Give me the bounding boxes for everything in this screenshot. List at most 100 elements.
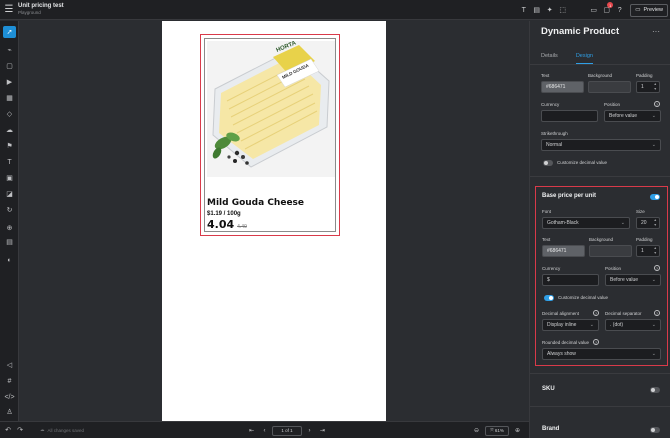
page-indicator[interactable]: 1 of 1 (272, 425, 302, 436)
image-tool-icon[interactable]: ▣ (3, 172, 16, 184)
zoom-level[interactable]: ⤧ 61% (485, 425, 509, 436)
first-page-icon[interactable]: ⇤ (246, 425, 257, 436)
panel-icon[interactable]: ▭ (587, 2, 600, 18)
hamburger-menu-icon[interactable]: ☰ (0, 0, 18, 20)
add-tool-icon[interactable]: ⊕ (3, 222, 16, 234)
position-select[interactable]: Before value ⌄ (604, 110, 661, 122)
tag-tool-icon[interactable]: ◇ (3, 108, 16, 120)
text-tool-icon[interactable]: T (3, 156, 16, 168)
sku-toggle[interactable] (650, 387, 660, 393)
text-format-icon[interactable]: T (517, 2, 530, 18)
properties-panel: Dynamic Product ··· Details Design Text … (529, 21, 670, 438)
stepper-down-icon[interactable]: ▼ (654, 223, 657, 228)
save-status: ☁ All changes saved (40, 427, 84, 433)
stepper-up-icon[interactable]: ▲ (654, 218, 657, 223)
page-navigator: ⇤ ‹ 1 of 1 › ⇥ (246, 425, 328, 436)
shapes-tool-icon[interactable]: ◪ (3, 188, 16, 200)
sku-title: SKU (542, 386, 555, 392)
strikethrough-select[interactable]: Normal ⌄ (541, 139, 661, 151)
font-select[interactable]: Gotham-Black ⌄ (542, 217, 630, 229)
export-icon[interactable]: ⬚ (556, 2, 569, 18)
base-price-toggle[interactable] (650, 194, 660, 200)
bp-text-color-input[interactable]: #686471 (542, 245, 585, 257)
next-page-icon[interactable]: › (304, 425, 315, 436)
position-help-icon[interactable]: ? (654, 101, 660, 107)
last-page-icon[interactable]: ⇥ (317, 425, 328, 436)
undo-icon[interactable]: ↶ (2, 422, 14, 438)
tab-design[interactable]: Design (575, 53, 593, 64)
eraser-tool-icon[interactable]: ◁ (3, 359, 16, 371)
chevron-down-icon: ⌄ (620, 220, 625, 226)
customize-decimal-label: Customize decimal value (557, 160, 608, 165)
cloud-tool-icon[interactable]: ☁ (3, 124, 16, 136)
page-tool-icon[interactable]: ▢ (3, 60, 16, 72)
decimal-alignment-value: Display inline (547, 322, 577, 328)
code-tool-icon[interactable]: </> (3, 391, 16, 403)
bp-text-color-label: Text (542, 237, 551, 242)
size-label: Size (636, 209, 645, 214)
bp-customize-decimal-toggle[interactable] (544, 295, 554, 301)
prev-page-icon[interactable]: ‹ (259, 425, 270, 436)
currency-input[interactable] (541, 110, 598, 122)
panel-title: Dynamic Product (541, 26, 620, 37)
bp-padding-stepper[interactable]: 1 ▲ ▼ (636, 245, 660, 257)
preview-button[interactable]: ▭ Preview (630, 3, 668, 17)
zoom-level-text: 61% (494, 428, 504, 433)
zoom-out-icon[interactable]: ⊖ (471, 425, 482, 436)
tab-divider (530, 64, 670, 65)
bp-padding-value: 1 (641, 248, 644, 254)
rounded-decimal-select[interactable]: Always show ⌄ (542, 348, 661, 360)
section-divider (530, 176, 670, 177)
decimal-separator-select[interactable]: . (dot) ⌄ (605, 319, 661, 331)
brand-title: Brand (542, 426, 560, 432)
product-card[interactable]: HORTA MILD GOUDA Mild Gouda Cheese $1.19… (204, 38, 336, 232)
bp-position-select[interactable]: Before value ⌄ (605, 274, 661, 286)
size-stepper[interactable]: 20 ▲ ▼ (636, 217, 660, 229)
bp-position-help-icon[interactable]: ? (654, 265, 660, 271)
magic-wand-icon[interactable]: ✦ (543, 2, 556, 18)
chat-icon[interactable]: ▢ 1 (600, 2, 614, 18)
fill-tool-icon[interactable]: ◐ (3, 254, 16, 266)
redo-icon[interactable]: ↷ (14, 422, 26, 438)
background-color-input[interactable] (588, 81, 631, 93)
section-divider (530, 373, 670, 374)
refresh-tool-icon[interactable]: ↻ (3, 204, 16, 216)
unit-price-text: $1.19 / 100g (207, 211, 241, 217)
document-icon[interactable]: ▤ (530, 2, 543, 18)
decimal-separator-help-icon[interactable]: ? (654, 310, 660, 316)
more-options-icon[interactable]: ··· (652, 27, 660, 36)
text-color-input[interactable]: #686471 (541, 81, 584, 93)
select-tool-icon[interactable]: ➚ (3, 26, 16, 38)
link-tool-icon[interactable]: ⌁ (3, 44, 16, 56)
help-icon[interactable]: ? (613, 2, 626, 18)
cheese-package-illustration: HORTA MILD GOUDA (207, 41, 335, 177)
zoom-in-icon[interactable]: ⊕ (512, 425, 523, 436)
table-tool-icon[interactable]: ▦ (3, 92, 16, 104)
decimal-alignment-help-icon[interactable]: ? (593, 310, 599, 316)
section-divider (530, 406, 670, 407)
zoom-controls: ⊖ ⤧ 61% ⊕ (471, 425, 523, 436)
decimal-alignment-select[interactable]: Display inline ⌄ (542, 319, 599, 331)
stepper-up-icon[interactable]: ▲ (654, 246, 657, 251)
stepper-up-icon[interactable]: ▲ (654, 82, 657, 87)
product-card-selection[interactable]: HORTA MILD GOUDA Mild Gouda Cheese $1.19… (200, 34, 340, 236)
tab-details[interactable]: Details (541, 53, 558, 64)
dynamic-product-tool-icon[interactable]: ▤ (3, 236, 16, 248)
padding-stepper[interactable]: 1 ▲ ▼ (636, 81, 660, 93)
accessibility-tool-icon[interactable]: ♙ (3, 406, 16, 418)
rounded-decimal-help-icon[interactable]: ? (593, 339, 599, 345)
document-title[interactable]: Unit pricing test (18, 3, 64, 9)
separator-icon (569, 2, 587, 18)
stepper-down-icon[interactable]: ▼ (654, 87, 657, 92)
bp-currency-input[interactable]: $ (542, 274, 599, 286)
size-value: 20 (641, 220, 647, 226)
padding-value: 1 (641, 84, 644, 90)
grid-tool-icon[interactable]: # (3, 375, 16, 387)
chevron-down-icon: ⌄ (651, 351, 656, 357)
bp-background-color-input[interactable] (589, 245, 632, 257)
customize-decimal-toggle[interactable] (543, 160, 553, 166)
brand-toggle[interactable] (650, 427, 660, 433)
video-tool-icon[interactable]: ▶ (3, 76, 16, 88)
stepper-down-icon[interactable]: ▼ (654, 251, 657, 256)
flag-tool-icon[interactable]: ⚑ (3, 140, 16, 152)
